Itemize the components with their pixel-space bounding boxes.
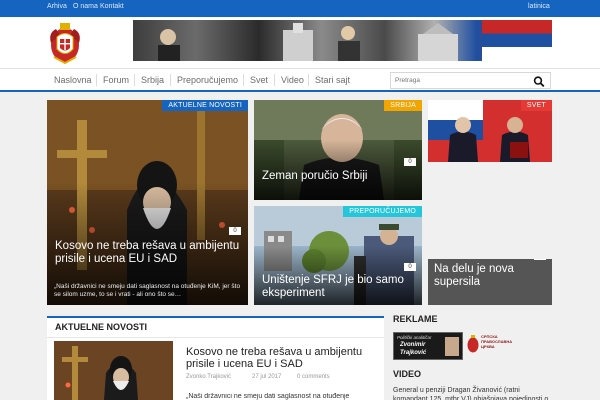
featured-excerpt: „Naši državnici ne smeju dati saglasnost… bbox=[54, 283, 241, 298]
comment-count: 0 bbox=[404, 158, 416, 166]
header-banner-image bbox=[133, 20, 552, 61]
article-date: 27 jul 2017 bbox=[252, 374, 282, 380]
top-bar: Arhiva O nama Kontakt latinica bbox=[0, 0, 600, 17]
featured-title[interactable]: Kosovo ne treba rešava u ambijentu prisi… bbox=[55, 240, 240, 266]
search-icon[interactable] bbox=[533, 76, 545, 87]
article-comments[interactable]: 0 comments bbox=[297, 374, 330, 380]
article-excerpt: „Naši državnici ne smeju dati saglasnost… bbox=[186, 393, 350, 400]
nav-item-naslovna[interactable]: Naslovna bbox=[54, 75, 92, 85]
church-ad-banner[interactable]: СРПСКА ПРАВОСЛАВНА ЦРКВА bbox=[467, 332, 512, 360]
video-panel: VIDEO General u penziji Dragan Živanović… bbox=[391, 366, 552, 400]
section-heading: AKTUELNE NOVOSTI bbox=[55, 322, 148, 332]
featured-title[interactable]: Zeman poručio Srbiji bbox=[262, 170, 414, 183]
site-header bbox=[0, 17, 600, 68]
topbar-link-o-nama[interactable]: O nama bbox=[73, 3, 98, 10]
section-heading: REKLAME bbox=[393, 314, 438, 324]
featured-card-zeman[interactable]: SRBIJA 0 Zeman poručio Srbiji bbox=[254, 100, 422, 200]
church-crest-icon bbox=[467, 335, 479, 353]
main-navigation: Naslovna Forum Srbija Preporučujemo Svet… bbox=[0, 68, 600, 92]
category-tag[interactable]: PREPORUČUJEMO bbox=[343, 206, 422, 217]
nav-item-preporucujemo[interactable]: Preporučujemo bbox=[177, 75, 238, 85]
ads-panel: REKLAME Politički analitičar Zvonimir Tr… bbox=[391, 312, 552, 364]
featured-card-sfrj[interactable]: PREPORUČUJEMO 0 Uništenje SFRJ je bio sa… bbox=[254, 206, 422, 305]
analyst-ad-banner[interactable]: Politički analitičar Zvonimir Trajković bbox=[393, 332, 463, 360]
nav-item-srbija[interactable]: Srbija bbox=[141, 75, 164, 85]
category-tag[interactable]: SRBIJA bbox=[384, 100, 422, 111]
comment-count: 0 bbox=[534, 259, 546, 260]
category-tag[interactable]: AKTUELNE NOVOSTI bbox=[162, 100, 248, 111]
nav-item-svet[interactable]: Svet bbox=[250, 75, 268, 85]
nav-item-forum[interactable]: Forum bbox=[103, 75, 129, 85]
topbar-link-kontakt[interactable]: Kontakt bbox=[100, 3, 124, 10]
comment-count: 0 bbox=[229, 227, 241, 235]
script-toggle-link[interactable]: latinica bbox=[528, 3, 550, 10]
featured-card-supersila[interactable]: 0 Na delu je nova supersila bbox=[428, 259, 552, 305]
featured-card-svet[interactable]: SVET bbox=[428, 100, 552, 162]
nav-item-video[interactable]: Video bbox=[281, 75, 304, 85]
comment-count: 0 bbox=[404, 263, 416, 271]
article-title[interactable]: Kosovo ne treba rešava u ambijentu prisi… bbox=[186, 346, 366, 370]
nav-item-stari-sajt[interactable]: Stari sajt bbox=[315, 75, 350, 85]
latest-news-panel: AKTUELNE NOVOSTI Kosovo ne treba rešava … bbox=[47, 316, 384, 400]
article-author[interactable]: Zvonko Trajković bbox=[186, 374, 231, 380]
featured-title[interactable]: Uništenje SFRJ je bio samo eksperiment bbox=[262, 274, 414, 300]
serbian-coat-of-arms-logo[interactable] bbox=[46, 21, 84, 65]
search-input[interactable] bbox=[395, 75, 525, 86]
section-heading: VIDEO bbox=[393, 369, 422, 379]
video-description[interactable]: General u penziji Dragan Živanović (ratn… bbox=[393, 386, 552, 400]
topbar-link-arhiva[interactable]: Arhiva bbox=[47, 3, 67, 10]
category-tag[interactable]: SVET bbox=[520, 100, 552, 111]
featured-card-kosovo[interactable]: AKTUELNE NOVOSTI 0 Kosovo ne treba rešav… bbox=[47, 100, 248, 305]
article-thumbnail[interactable] bbox=[54, 341, 173, 400]
search-box bbox=[390, 72, 551, 89]
featured-title[interactable]: Na delu je nova supersila bbox=[434, 263, 544, 289]
serbian-flag-image bbox=[482, 20, 552, 61]
